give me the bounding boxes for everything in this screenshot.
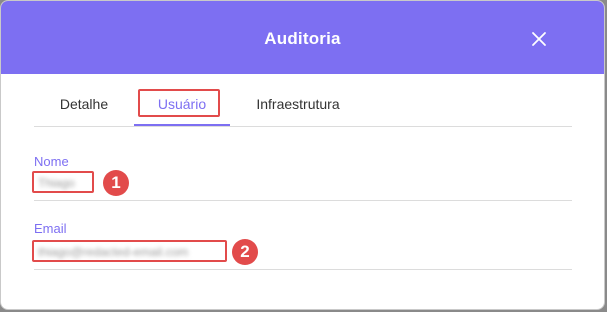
name-value: Thiago [38,176,75,190]
email-divider [34,269,572,270]
name-value-highlight: Thiago [32,171,94,193]
name-divider [34,200,572,201]
tab-bar: Detalhe Usuário Infraestrutura [34,87,572,127]
annotation-badge-2: 2 [232,239,258,265]
audit-modal: Auditoria Detalhe Usuário Infraestrutura… [0,0,605,310]
close-icon [532,32,546,46]
name-label: Nome [34,154,69,169]
modal-header: Auditoria [1,1,604,74]
tab-highlight-box [138,89,220,117]
tab-infraestrutura[interactable]: Infraestrutura [230,87,366,125]
email-value: thiago@redacted-email.com [38,245,189,259]
tab-detalhe[interactable]: Detalhe [34,87,134,125]
active-tab-indicator [134,124,230,126]
email-label: Email [34,221,67,236]
close-button[interactable] [525,25,553,53]
annotation-badge-1: 1 [103,170,129,196]
email-value-highlight: thiago@redacted-email.com [32,240,227,262]
modal-title: Auditoria [264,29,341,48]
